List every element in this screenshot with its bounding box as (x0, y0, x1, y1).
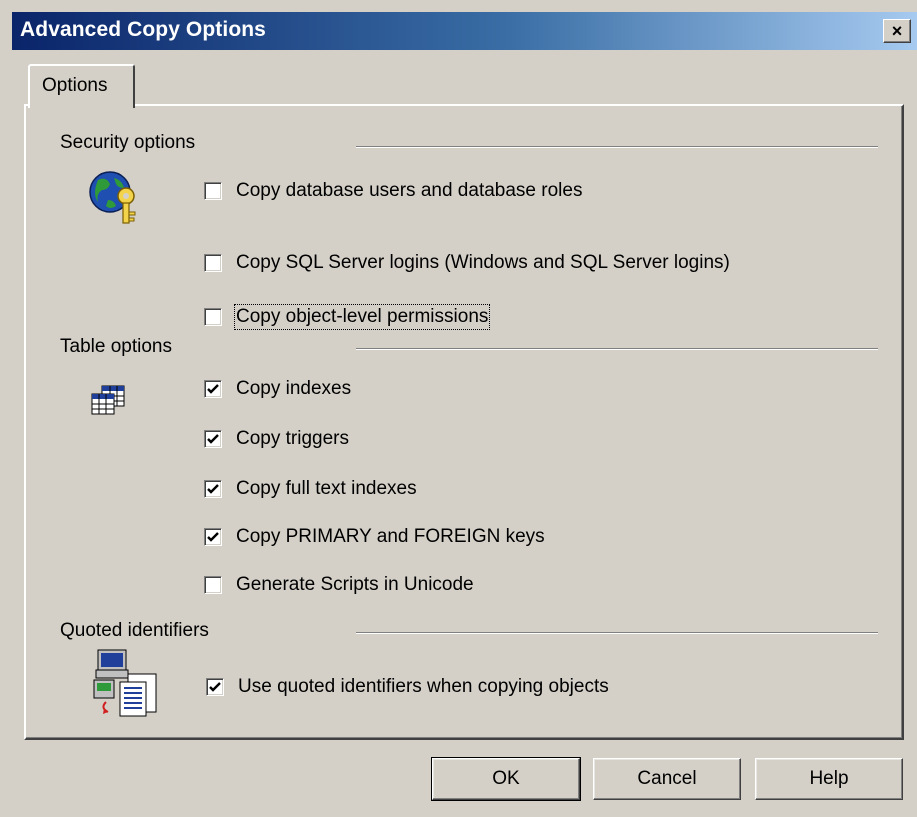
window-title: Advanced Copy Options (20, 18, 266, 41)
copy-primary-foreign-keys-checkbox[interactable] (204, 528, 222, 546)
use-quoted-identifiers-option[interactable]: Use quoted identifiers when copying obje… (206, 676, 609, 698)
security-options-heading: Security options (60, 132, 196, 153)
close-button[interactable]: × (883, 19, 911, 43)
copy-triggers-label: Copy triggers (236, 428, 349, 449)
copy-indexes-label: Copy indexes (236, 378, 352, 399)
table-options-heading: Table options (60, 336, 172, 357)
tab-options-label: Options (42, 75, 108, 96)
title-bar[interactable]: Advanced Copy Options × (12, 12, 917, 50)
copy-indexes-checkbox[interactable] (204, 380, 222, 398)
copy-full-text-indexes-checkbox[interactable] (204, 480, 222, 498)
generate-scripts-unicode-option[interactable]: Generate Scripts in Unicode (204, 574, 474, 596)
copy-sql-logins-option[interactable]: Copy SQL Server logins (Windows and SQL … (204, 252, 730, 274)
copy-primary-foreign-keys-label: Copy PRIMARY and FOREIGN keys (236, 526, 545, 547)
copy-object-permissions-option[interactable]: Copy object-level permissions (204, 304, 491, 330)
copy-sql-logins-checkbox[interactable] (204, 254, 222, 272)
use-quoted-identifiers-checkbox[interactable] (206, 678, 224, 696)
copy-indexes-option[interactable]: Copy indexes (204, 378, 351, 400)
copy-sql-logins-label: Copy SQL Server logins (Windows and SQL … (236, 252, 730, 273)
copy-triggers-option[interactable]: Copy triggers (204, 428, 349, 450)
computer-document-icon (93, 649, 157, 717)
close-icon: × (891, 21, 903, 41)
copy-primary-foreign-keys-option[interactable]: Copy PRIMARY and FOREIGN keys (204, 526, 545, 548)
use-quoted-identifiers-label: Use quoted identifiers when copying obje… (238, 676, 609, 697)
copy-db-users-roles-option[interactable]: Copy database users and database roles (204, 180, 582, 202)
help-button[interactable]: Help (755, 758, 903, 800)
quoted-identifiers-divider (356, 632, 878, 634)
generate-scripts-unicode-label: Generate Scripts in Unicode (236, 574, 474, 595)
copy-object-permissions-label: Copy object-level permissions (233, 304, 491, 330)
cancel-button[interactable]: Cancel (593, 758, 741, 800)
copy-full-text-indexes-label: Copy full text indexes (236, 478, 417, 499)
table-icon (91, 385, 125, 415)
security-options-divider (356, 146, 878, 148)
ok-button[interactable]: OK (431, 757, 581, 801)
copy-object-permissions-checkbox[interactable] (204, 308, 222, 326)
table-options-divider (356, 348, 878, 350)
generate-scripts-unicode-checkbox[interactable] (204, 576, 222, 594)
copy-db-users-roles-label: Copy database users and database roles (236, 180, 583, 201)
copy-triggers-checkbox[interactable] (204, 430, 222, 448)
advanced-copy-options-dialog: Advanced Copy Options × Options Security… (0, 0, 917, 817)
copy-db-users-roles-checkbox[interactable] (204, 182, 222, 200)
globe-key-icon (89, 171, 136, 224)
options-panel: Security options Copy database users and… (24, 104, 904, 740)
quoted-identifiers-heading: Quoted identifiers (60, 620, 209, 641)
copy-full-text-indexes-option[interactable]: Copy full text indexes (204, 478, 417, 500)
tab-options[interactable]: Options (28, 64, 135, 108)
